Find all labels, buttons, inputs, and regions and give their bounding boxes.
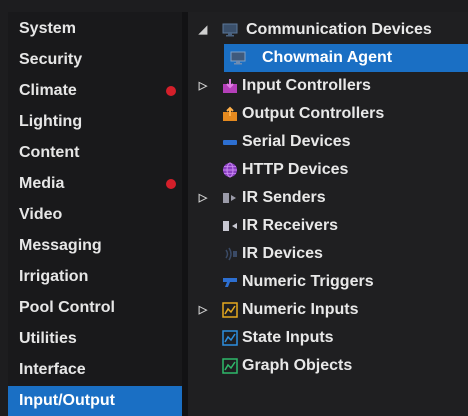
sidebar-item-lighting[interactable]: Lighting bbox=[8, 107, 182, 137]
sidebar-item-label: Pool Control bbox=[19, 299, 115, 316]
sidebar-item-messaging[interactable]: Messaging bbox=[8, 231, 182, 261]
sidebar-item-label: System bbox=[19, 20, 76, 37]
tree-item-label: IR Senders bbox=[242, 189, 326, 206]
tree-item-label: IR Devices bbox=[242, 245, 323, 262]
tree-item-label: Graph Objects bbox=[242, 357, 353, 374]
sidebar-item-pool-control[interactable]: Pool Control bbox=[8, 293, 182, 323]
sidebar-item-label: Lighting bbox=[19, 113, 83, 130]
sidebar-item-security[interactable]: Security bbox=[8, 45, 182, 75]
monitor-icon bbox=[230, 51, 246, 65]
monitor-icon bbox=[222, 23, 238, 37]
sidebar-item-system[interactable]: System bbox=[8, 14, 182, 44]
input-controller-icon bbox=[223, 79, 237, 93]
tree-item-http-devices[interactable]: HTTP Devices bbox=[222, 156, 422, 184]
sidebar-item-label: Input/Output bbox=[19, 392, 115, 409]
sidebar-item-interface[interactable]: Interface bbox=[8, 355, 182, 385]
alert-indicator-dot bbox=[166, 179, 176, 189]
sidebar-item-label: Irrigation bbox=[19, 268, 89, 285]
sidebar-item-media[interactable]: Media bbox=[8, 169, 182, 199]
tree-item-label: State Inputs bbox=[242, 329, 334, 346]
sidebar-item-utilities[interactable]: Utilities bbox=[8, 324, 182, 354]
sidebar-item-video[interactable]: Video bbox=[8, 200, 182, 230]
ir-receiver-icon bbox=[223, 221, 237, 231]
sidebar-item-climate[interactable]: Climate bbox=[8, 76, 182, 106]
sidebar-item-label: Video bbox=[19, 206, 63, 223]
tree-item-state-inputs[interactable]: State Inputs bbox=[222, 324, 422, 352]
sidebar-item-label: Utilities bbox=[19, 330, 77, 347]
device-tree: ◢ Communication Devices Chowmain Agent ▷… bbox=[188, 12, 468, 416]
tree-item-label: Communication Devices bbox=[246, 21, 432, 38]
tree-item-output-controllers[interactable]: Output Controllers bbox=[222, 100, 442, 128]
ir-sender-icon bbox=[223, 193, 236, 203]
sidebar-item-input-output[interactable]: Input/Output bbox=[8, 386, 182, 416]
tree-item-serial-devices[interactable]: Serial Devices bbox=[222, 128, 422, 156]
collapsed-triangle-icon[interactable]: ▷ bbox=[196, 72, 210, 100]
ir-device-icon bbox=[225, 247, 237, 261]
collapsed-triangle-icon[interactable]: ▷ bbox=[196, 296, 210, 324]
output-controller-icon bbox=[223, 106, 237, 121]
sidebar-item-label: Content bbox=[19, 144, 80, 161]
sidebar-item-label: Interface bbox=[19, 361, 86, 378]
tree-item-numeric-triggers[interactable]: Numeric Triggers bbox=[222, 268, 422, 296]
collapsed-triangle-icon[interactable]: ▷ bbox=[196, 184, 210, 212]
expanded-triangle-icon[interactable]: ◢ bbox=[196, 16, 210, 44]
sidebar-item-label: Messaging bbox=[19, 237, 102, 254]
serial-cable-icon bbox=[223, 140, 237, 145]
tree-item-chowmain-agent[interactable]: Chowmain Agent bbox=[224, 44, 468, 72]
tree-item-label: IR Receivers bbox=[242, 217, 339, 234]
sidebar-item-label: Media bbox=[19, 175, 65, 192]
tree-item-label: Serial Devices bbox=[242, 133, 351, 150]
tree-item-numeric-inputs[interactable]: Numeric Inputs bbox=[222, 296, 422, 324]
tree-item-communication-devices[interactable]: Communication Devices bbox=[222, 16, 462, 44]
alert-indicator-dot bbox=[166, 86, 176, 96]
tree-item-label: Chowmain Agent bbox=[262, 49, 393, 66]
tree-item-label: Numeric Triggers bbox=[242, 273, 374, 290]
state-input-icon bbox=[222, 330, 238, 346]
sidebar-item-label: Security bbox=[19, 51, 83, 68]
numeric-trigger-icon bbox=[223, 278, 237, 287]
graph-object-icon bbox=[222, 358, 238, 374]
sidebar-item-irrigation[interactable]: Irrigation bbox=[8, 262, 182, 292]
tree-item-ir-receivers[interactable]: IR Receivers bbox=[222, 212, 402, 240]
sidebar-item-label: Climate bbox=[19, 82, 77, 99]
tree-item-ir-devices[interactable]: IR Devices bbox=[222, 240, 402, 268]
tree-item-ir-senders[interactable]: IR Senders bbox=[222, 184, 402, 212]
tree-item-label: HTTP Devices bbox=[242, 161, 349, 178]
category-sidebar: System Security Climate Lighting Content… bbox=[8, 12, 182, 416]
numeric-input-icon bbox=[222, 302, 238, 318]
tree-item-label: Output Controllers bbox=[242, 105, 385, 122]
sidebar-item-content[interactable]: Content bbox=[8, 138, 182, 168]
tree-item-label: Numeric Inputs bbox=[242, 301, 359, 318]
globe-icon bbox=[223, 162, 237, 178]
tree-item-input-controllers[interactable]: Input Controllers bbox=[222, 72, 422, 100]
tree-item-label: Input Controllers bbox=[242, 77, 371, 94]
tree-item-graph-objects[interactable]: Graph Objects bbox=[222, 352, 422, 380]
